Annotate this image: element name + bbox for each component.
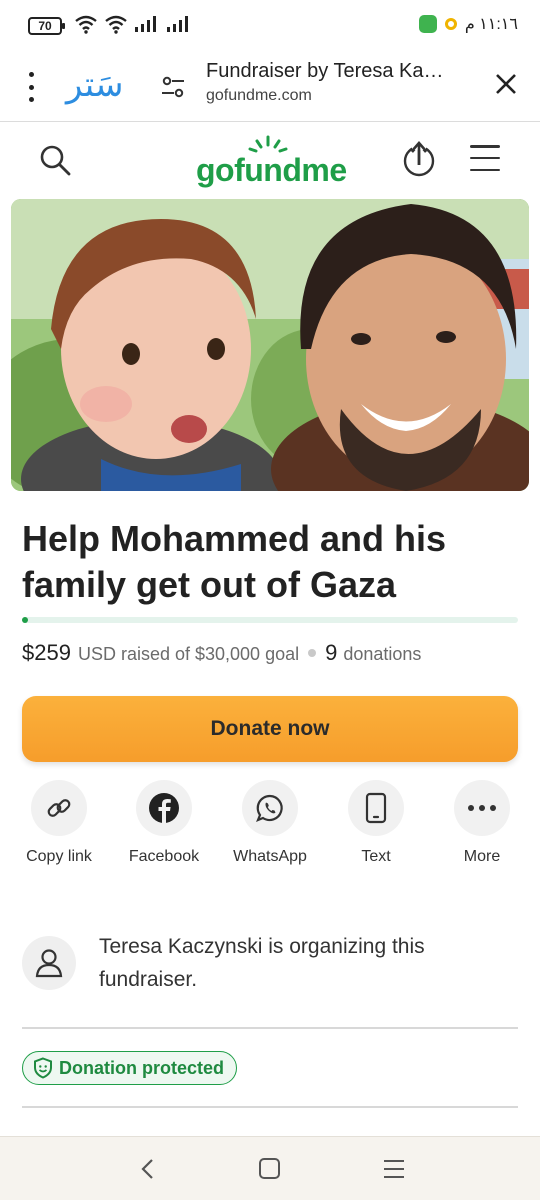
share-facebook[interactable]: Facebook (109, 780, 219, 866)
app-notification-icon (418, 15, 437, 33)
amount-raised: $259 (22, 640, 71, 665)
share-label: Text (361, 848, 391, 865)
raised-text: USD raised of $30,000 goal (77, 644, 300, 664)
share-options: Copy link Facebook WhatsApp Text More (0, 780, 540, 880)
progress-bar (22, 617, 518, 623)
campaign-photo (11, 199, 529, 491)
campaign-title: Help Mohammed and his family get out of … (22, 518, 447, 605)
close-icon[interactable] (494, 72, 518, 96)
url-display[interactable]: Fundraiser by Teresa Ka… gofundme.com (206, 60, 478, 105)
share-more[interactable]: More (427, 780, 537, 866)
separator-dot (308, 649, 317, 657)
hamburger-menu-icon[interactable] (470, 145, 500, 171)
signal-icons (74, 14, 192, 34)
share-text-circle[interactable] (348, 780, 404, 836)
wifi-icon (105, 15, 127, 34)
share-label: More (463, 848, 501, 865)
site-header: gofundme (0, 123, 540, 197)
donation-stats: $259 USD raised of $30,000 goal 9 donati… (22, 640, 522, 666)
svg-text:سَتر: سَتر (64, 65, 124, 105)
system-nav-bar (0, 1136, 540, 1200)
photo-illustration (11, 199, 529, 491)
divider (22, 1027, 518, 1029)
progress-fill (22, 617, 28, 623)
logo-text: gofundme (196, 152, 347, 188)
user-icon (35, 949, 63, 978)
recents-icon[interactable] (384, 1160, 404, 1178)
browser-toolbar: سَتر Fundraiser by Teresa Ka… gofundme.c… (0, 52, 540, 122)
status-right: ١١:١٦ م (418, 14, 518, 34)
home-icon[interactable] (259, 1158, 280, 1179)
whatsapp-icon (256, 794, 283, 822)
page-domain: gofundme.com (206, 87, 312, 104)
status-bar: 70 ١١:١٦ م (0, 0, 540, 52)
app-logo[interactable]: سَتر (62, 60, 148, 108)
share-label: Facebook (128, 848, 200, 865)
share-whatsapp-circle[interactable] (242, 780, 298, 836)
site-settings-icon[interactable] (160, 72, 186, 102)
wifi-icon (75, 15, 97, 34)
battery-level: 70 (38, 19, 52, 33)
page-title: Fundraiser by Teresa Ka… (206, 60, 444, 82)
badge-label: Donation protected (59, 1057, 224, 1078)
back-icon[interactable] (138, 1157, 158, 1181)
gofundme-logo[interactable]: gofundme (196, 135, 347, 191)
share-whatsapp[interactable]: WhatsApp (215, 780, 325, 866)
donate-now-button[interactable]: Donate now (22, 696, 518, 762)
divider (22, 1106, 518, 1108)
donation-protected-badge[interactable]: Donation protected (22, 1051, 237, 1085)
shield-icon (34, 1057, 52, 1079)
link-icon (47, 799, 71, 817)
donations-label[interactable]: donations (343, 644, 421, 665)
facebook-icon (149, 793, 179, 823)
share-facebook-circle[interactable] (136, 780, 192, 836)
cell-signal-icon (135, 16, 156, 32)
phone-icon (365, 792, 387, 824)
share-icon[interactable] (402, 141, 436, 177)
share-more-circle[interactable] (454, 780, 510, 836)
more-icon (468, 805, 496, 811)
notification-dot-icon (444, 18, 457, 30)
avatar (22, 936, 76, 990)
overflow-menu-icon[interactable] (26, 72, 36, 102)
share-label: Copy link (26, 848, 92, 865)
share-copy-link[interactable]: Copy link (4, 780, 114, 866)
cell-signal-icon (167, 16, 188, 32)
clock: ١١:١٦ م (464, 16, 518, 33)
share-label: WhatsApp (233, 848, 307, 865)
organizer-text: Teresa Kaczynski is organizing this fund… (99, 935, 425, 991)
donation-count[interactable]: 9 (325, 640, 337, 666)
share-text[interactable]: Text (321, 780, 431, 866)
battery-indicator: 70 (28, 17, 65, 35)
search-icon[interactable] (38, 143, 72, 177)
share-copy-link-circle[interactable] (31, 780, 87, 836)
